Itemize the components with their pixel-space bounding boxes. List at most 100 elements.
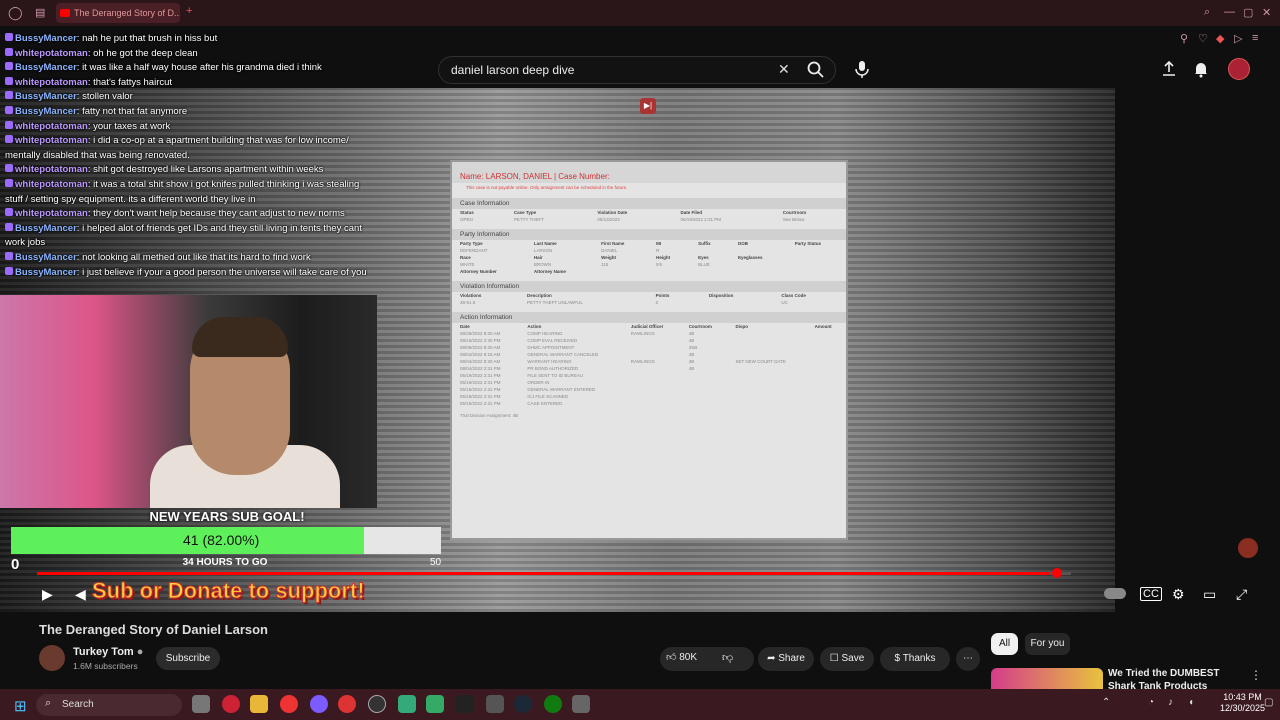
doc-cell <box>727 344 806 351</box>
app-icon-6[interactable] <box>486 695 504 713</box>
chat-username[interactable]: BussyMancer <box>15 33 77 44</box>
browser-search-icon[interactable]: ⌕ <box>1204 6 1210 19</box>
app-icon-7[interactable] <box>572 695 590 713</box>
share-button[interactable]: ➦ Share <box>758 647 814 671</box>
chrome-icon[interactable] <box>368 695 386 713</box>
steam-icon[interactable] <box>514 695 532 713</box>
windows-start-icon[interactable]: ⊞ <box>14 697 27 715</box>
menu-icon[interactable]: ≡ <box>1252 32 1258 44</box>
search-input[interactable]: daniel larson deep dive <box>438 56 836 84</box>
chip-all[interactable]: All <box>991 633 1018 655</box>
chat-username[interactable]: whitepotatoman <box>15 164 88 175</box>
skip-icon[interactable]: ▶| <box>640 98 656 114</box>
discord-icon[interactable] <box>310 695 328 713</box>
doc-cell <box>807 386 846 393</box>
tab-list-icon[interactable]: ▤ <box>35 6 45 19</box>
next-video-title[interactable]: We Tried the DUMBEST Shark Tank Products <box>1108 667 1248 691</box>
microphone-icon[interactable] <box>852 59 872 79</box>
tab-title: The Deranged Story of D... <box>74 8 180 18</box>
chat-username[interactable]: whitepotatoman <box>15 77 88 88</box>
play-button[interactable]: ▶ <box>42 586 53 603</box>
fullscreen-icon[interactable]: ⤢ <box>1236 586 1247 603</box>
opera-logo-icon[interactable]: ◯ <box>8 5 23 21</box>
autoplay-toggle[interactable] <box>1104 588 1126 599</box>
chip-for-you[interactable]: For you <box>1025 633 1070 655</box>
volume-icon[interactable]: ◀ <box>75 586 86 603</box>
app-icon-2[interactable] <box>338 695 356 713</box>
settings-icon[interactable]: ⚙ <box>1172 586 1185 603</box>
doc-cell: Courtroom <box>688 324 712 329</box>
dislike-button[interactable]: 👎︎ <box>722 651 733 664</box>
clear-search-icon[interactable]: ✕ <box>778 61 790 78</box>
new-tab-icon[interactable]: + <box>186 5 192 17</box>
doc-cell: Dispo <box>735 324 748 329</box>
chat-username[interactable]: whitepotatoman <box>15 179 88 190</box>
maximize-icon[interactable]: ▢ <box>1243 6 1253 19</box>
opera-taskbar-icon[interactable] <box>222 695 240 713</box>
taskbar-search[interactable]: Search <box>36 694 182 716</box>
search-icon[interactable] <box>806 60 826 80</box>
doc-cell: LARSON <box>533 248 553 253</box>
chat-username[interactable]: BussyMancer <box>15 267 77 278</box>
channel-watermark[interactable] <box>1238 538 1258 558</box>
play-icon[interactable]: ▷ <box>1234 32 1242 45</box>
sub-badge-icon <box>5 178 13 187</box>
app-icon-4[interactable] <box>426 695 444 713</box>
chat-message: whitepotatoman: i did a co-op at a apart… <box>0 134 378 163</box>
progress-scrubber[interactable] <box>1052 568 1062 578</box>
app-icon-3[interactable] <box>398 695 416 713</box>
chat-username[interactable]: whitepotatoman <box>15 121 88 132</box>
chat-username[interactable]: whitepotatoman <box>15 48 88 59</box>
close-window-icon[interactable]: ✕ <box>1262 6 1271 19</box>
chat-username[interactable]: BussyMancer <box>15 223 77 234</box>
save-button[interactable]: ☐ Save <box>820 647 874 671</box>
chat-username[interactable]: BussyMancer <box>15 91 77 102</box>
more-actions-button[interactable]: ⋯ <box>956 647 980 671</box>
chat-message: whitepotatoman: oh he got the deep clean <box>0 47 378 62</box>
captions-icon[interactable]: CC <box>1140 587 1162 601</box>
sub-badge-icon <box>5 91 13 100</box>
next-video-menu-icon[interactable]: ⋮ <box>1250 668 1262 682</box>
doc-cell <box>730 261 787 268</box>
app-icon-1[interactable] <box>280 695 298 713</box>
sub-badge-icon <box>5 62 13 71</box>
miniplayer-icon[interactable]: ▭ <box>1203 586 1216 603</box>
document-footer: Trial Division Assignment: 4B <box>460 413 519 418</box>
subscribe-button[interactable]: Subscribe <box>156 647 220 670</box>
action-row: 08/04/2022 8:30 AM WARRANT HEARING RAWLING… <box>452 358 846 365</box>
chat-username[interactable]: BussyMancer <box>15 62 77 73</box>
side-panel <box>1115 88 1270 612</box>
app-icon-5[interactable] <box>456 695 474 713</box>
notification-center-icon[interactable]: ▢ <box>1264 697 1273 708</box>
notifications-icon[interactable] <box>1192 60 1210 78</box>
search-query: daniel larson deep dive <box>451 63 575 77</box>
browser-tab[interactable]: The Deranged Story of D... <box>56 3 180 23</box>
tray-overflow-icon[interactable]: ⌃ <box>1102 697 1110 708</box>
chat-username[interactable]: BussyMancer <box>15 106 77 117</box>
mic-tray-icon[interactable]: ♪ <box>1168 697 1173 708</box>
doc-cell: Eyeglasses <box>738 255 763 260</box>
channel-name[interactable]: Turkey Tom ● <box>73 646 143 658</box>
extension-icon[interactable]: ⚲ <box>1180 32 1188 45</box>
file-explorer-icon[interactable] <box>250 695 268 713</box>
chat-username[interactable]: whitepotatoman <box>15 135 88 146</box>
network-icon[interactable]: ◔ <box>1148 697 1154 708</box>
upload-icon[interactable] <box>1160 60 1178 78</box>
channel-avatar[interactable] <box>39 645 65 671</box>
video-progress-bar[interactable] <box>37 572 1071 575</box>
thanks-button[interactable]: $ Thanks <box>880 647 950 671</box>
chat-username[interactable]: BussyMancer <box>15 252 77 263</box>
taskview-icon[interactable] <box>192 695 210 713</box>
doc-cell: OPEN <box>460 217 473 222</box>
like-button[interactable]: 👍︎ 80K <box>666 651 697 663</box>
taskbar-clock[interactable]: 10:43 PM 12/30/2025 <box>1220 692 1265 714</box>
video-title: The Deranged Story of Daniel Larson <box>39 622 268 637</box>
chat-username[interactable]: whitepotatoman <box>15 208 88 219</box>
xbox-icon[interactable] <box>544 695 562 713</box>
shield-icon[interactable]: ◆ <box>1216 32 1224 45</box>
volume-tray-icon[interactable]: ◖ <box>1188 697 1194 708</box>
account-avatar[interactable] <box>1228 58 1250 80</box>
bookmark-icon[interactable]: ♡ <box>1198 32 1208 45</box>
minimize-icon[interactable]: — <box>1224 6 1235 18</box>
case-info-title: Case Information <box>452 198 846 209</box>
